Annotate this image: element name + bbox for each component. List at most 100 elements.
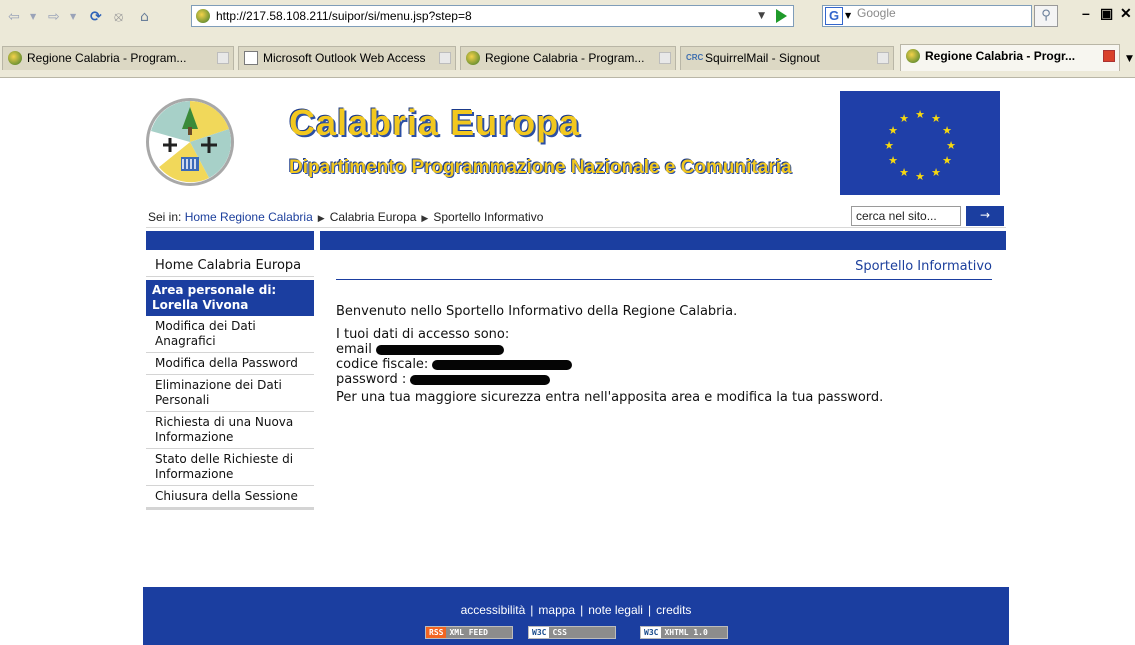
engine-dropdown-icon[interactable]: ▼ xyxy=(845,6,851,26)
sidebar-item-stato-richieste[interactable]: Stato delle Richieste di Informazione xyxy=(146,449,314,486)
footer-links: accessibilità | mappa | note legali | credits xyxy=(460,603,692,617)
breadcrumb-calabria-europa[interactable]: Calabria Europa xyxy=(330,210,417,224)
forward-dropdown-icon[interactable]: ▼ xyxy=(70,7,76,27)
minimize-icon[interactable]: – xyxy=(1082,5,1090,21)
area-label: Area personale di: xyxy=(152,283,277,297)
tab-strip: Regione Calabria - Program... Microsoft … xyxy=(0,34,1135,78)
tab-label: Microsoft Outlook Web Access xyxy=(263,51,426,65)
back-icon[interactable]: ⇦ xyxy=(8,7,20,27)
svg-text:★: ★ xyxy=(931,112,941,125)
search-engine-input[interactable]: Google xyxy=(857,6,896,20)
area-user-name: Lorella Vivona xyxy=(152,298,249,312)
sidebar-area-header: Area personale di: Lorella Vivona xyxy=(146,280,314,316)
svg-text:★: ★ xyxy=(888,124,898,137)
tab-close-icon[interactable] xyxy=(877,52,889,64)
sidebar-item-richiesta-informazione[interactable]: Richiesta di una Nuova Informazione xyxy=(146,412,314,449)
globe-icon xyxy=(466,51,480,65)
svg-text:★: ★ xyxy=(915,170,925,183)
stop-icon[interactable]: ⦻ xyxy=(114,7,123,27)
site-search-button[interactable]: → xyxy=(966,206,1004,226)
section-title: Sportello Informativo xyxy=(855,259,992,274)
svg-text:★: ★ xyxy=(931,166,941,179)
site-favicon-icon xyxy=(196,9,210,23)
tab-close-icon[interactable] xyxy=(439,52,451,64)
browser-toolbar: ⇦ ▼ ⇨ ▼ ⟳ ⦻ ⌂ http://217.58.108.211/suip… xyxy=(0,0,1135,34)
svg-text:★: ★ xyxy=(899,112,909,125)
site-search-input[interactable]: cerca nel sito... xyxy=(851,206,961,226)
w3c-css-badge[interactable]: W3C CSS xyxy=(528,626,616,639)
site-title: Calabria Europa xyxy=(289,102,581,143)
svg-text:★: ★ xyxy=(884,139,894,152)
forward-icon[interactable]: ⇨ xyxy=(48,7,60,27)
google-icon[interactable]: G xyxy=(825,7,843,25)
tab-label: SquirrelMail - Signout xyxy=(705,51,820,65)
sidebar-item-home[interactable]: Home Calabria Europa xyxy=(146,255,314,277)
tab-label: Regione Calabria - Program... xyxy=(485,51,645,65)
footer-link-note-legali[interactable]: note legali xyxy=(588,603,643,617)
search-engine-box[interactable]: G ▼ Google xyxy=(822,5,1032,27)
sidebar-item-chiusura-sessione[interactable]: Chiusura della Sessione xyxy=(146,486,314,510)
restore-icon[interactable]: ▣ xyxy=(1100,5,1113,22)
chevron-right-icon: ▶ xyxy=(317,213,325,223)
w3c-xhtml-badge[interactable]: W3C XHTML 1.0 xyxy=(640,626,728,639)
content-section-header: Sportello Informativo xyxy=(336,257,992,280)
tab-label: Regione Calabria - Progr... xyxy=(925,49,1076,63)
page-icon xyxy=(244,51,258,65)
sidebar: Home Calabria Europa Area personale di: … xyxy=(146,255,314,510)
redacted-codice-fiscale xyxy=(432,359,573,370)
url-bar[interactable]: http://217.58.108.211/suipor/si/menu.jsp… xyxy=(191,5,794,27)
tab-close-icon[interactable] xyxy=(659,52,671,64)
footer-link-credits[interactable]: credits xyxy=(656,603,691,617)
tab-5-active[interactable]: Regione Calabria - Progr... xyxy=(900,44,1120,71)
email-label: email xyxy=(336,342,372,357)
page-content: Calabria Europa Dipartimento Programmazi… xyxy=(0,79,1135,645)
main-content: Benvenuto nello Sportello Informativo de… xyxy=(336,304,992,405)
tab-1[interactable]: Regione Calabria - Program... xyxy=(2,46,234,70)
breadcrumb-prefix: Sei in: xyxy=(148,210,182,224)
svg-text:★: ★ xyxy=(888,154,898,167)
svg-text:★: ★ xyxy=(946,139,956,152)
svg-text:★: ★ xyxy=(942,124,952,137)
tab-overflow-icon[interactable]: ▼ xyxy=(1126,54,1133,64)
globe-icon xyxy=(8,51,22,65)
site-subtitle: Dipartimento Programmazione Nazionale e … xyxy=(289,157,792,178)
reload-icon[interactable]: ⟳ xyxy=(90,7,102,27)
go-icon[interactable] xyxy=(776,9,787,23)
svg-text:★: ★ xyxy=(915,108,925,121)
sidebar-item-modifica-password[interactable]: Modifica della Password xyxy=(146,353,314,375)
sidebar-item-eliminazione-dati[interactable]: Eliminazione dei Dati Personali xyxy=(146,375,314,412)
redacted-password xyxy=(410,374,551,385)
crc-icon: CRC xyxy=(686,53,704,62)
security-note-text: Per una tua maggiore sicurezza entra nel… xyxy=(336,390,884,405)
sidebar-header-bar xyxy=(146,231,314,250)
magnifier-icon[interactable]: ⚲ xyxy=(1034,5,1058,27)
eu-flag-logo: ★ ★ ★ ★ ★ ★ ★ ★ ★ ★ ★ ★ xyxy=(840,91,1000,195)
footer-link-mappa[interactable]: mappa xyxy=(538,603,575,617)
content-header-bar xyxy=(320,231,1006,250)
svg-text:★: ★ xyxy=(899,166,909,179)
password-label: password : xyxy=(336,372,407,387)
tab-3[interactable]: Regione Calabria - Program... xyxy=(460,46,676,70)
breadcrumb-home-link[interactable]: Home Regione Calabria xyxy=(185,210,313,224)
region-coat-of-arms-logo xyxy=(146,98,234,186)
close-window-icon[interactable]: ✕ xyxy=(1120,5,1132,22)
footer-link-accessibilita[interactable]: accessibilità xyxy=(461,603,526,617)
svg-text:★: ★ xyxy=(942,154,952,167)
tab-label: Regione Calabria - Program... xyxy=(27,51,187,65)
globe-icon xyxy=(906,49,920,63)
url-text[interactable]: http://217.58.108.211/suipor/si/menu.jsp… xyxy=(216,6,472,26)
tab-2[interactable]: Microsoft Outlook Web Access xyxy=(238,46,456,70)
access-intro-text: I tuoi dati di accesso sono: xyxy=(336,327,510,342)
tab-close-icon[interactable] xyxy=(1103,50,1115,62)
tab-4[interactable]: CRC SquirrelMail - Signout xyxy=(680,46,894,70)
welcome-text: Benvenuto nello Sportello Informativo de… xyxy=(336,304,738,319)
back-dropdown-icon[interactable]: ▼ xyxy=(30,7,36,27)
breadcrumb-current: Sportello Informativo xyxy=(433,210,544,224)
tab-close-icon[interactable] xyxy=(217,52,229,64)
sidebar-item-modifica-dati[interactable]: Modifica dei Dati Anagrafici xyxy=(146,316,314,353)
url-dropdown-icon[interactable]: ▼ xyxy=(758,6,765,26)
home-icon[interactable]: ⌂ xyxy=(140,7,149,27)
redacted-email xyxy=(375,344,504,355)
chevron-right-icon: ▶ xyxy=(421,213,429,223)
rss-feed-badge[interactable]: RSS XML FEED xyxy=(425,626,513,639)
